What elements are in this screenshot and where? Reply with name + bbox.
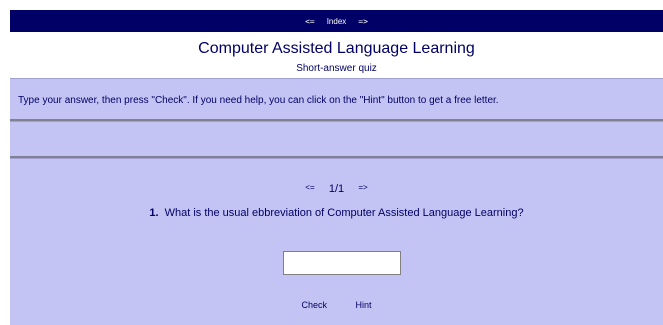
check-button[interactable]: Check <box>301 300 327 310</box>
quiz-buttons: Check Hint <box>10 300 663 310</box>
instructions-text: Type your answer, then press "Check". If… <box>18 95 499 106</box>
page-subtitle: Short-answer quiz <box>296 63 377 74</box>
question-number: 1. <box>149 207 159 219</box>
question-panel: <= 1/1 => 1. What is the usual ebbreviati… <box>10 158 663 325</box>
nav-prev-link[interactable]: <= <box>305 17 315 26</box>
question-prev-button[interactable]: <= <box>305 183 314 192</box>
hint-button[interactable]: Hint <box>356 300 372 310</box>
instructions-panel: Type your answer, then press "Check". If… <box>10 78 663 121</box>
question-text-row: 1. What is the usual ebbreviation of Comp… <box>10 207 663 219</box>
question-counter: 1/1 <box>328 183 345 195</box>
quiz-page: <= Index => Computer Assisted Language L… <box>0 0 663 325</box>
top-navbar: <= Index => <box>10 10 663 32</box>
question-text: What is the usual ebbreviation of Comput… <box>164 207 524 219</box>
feedback-panel <box>10 121 663 158</box>
question-navigation: <= 1/1 => <box>10 181 663 195</box>
nav-next-link[interactable]: => <box>358 17 368 26</box>
question-next-button[interactable]: => <box>358 183 367 192</box>
answer-input[interactable] <box>283 251 401 275</box>
page-title: Computer Assisted Language Learning <box>198 40 475 57</box>
nav-index-link[interactable]: Index <box>327 17 347 26</box>
